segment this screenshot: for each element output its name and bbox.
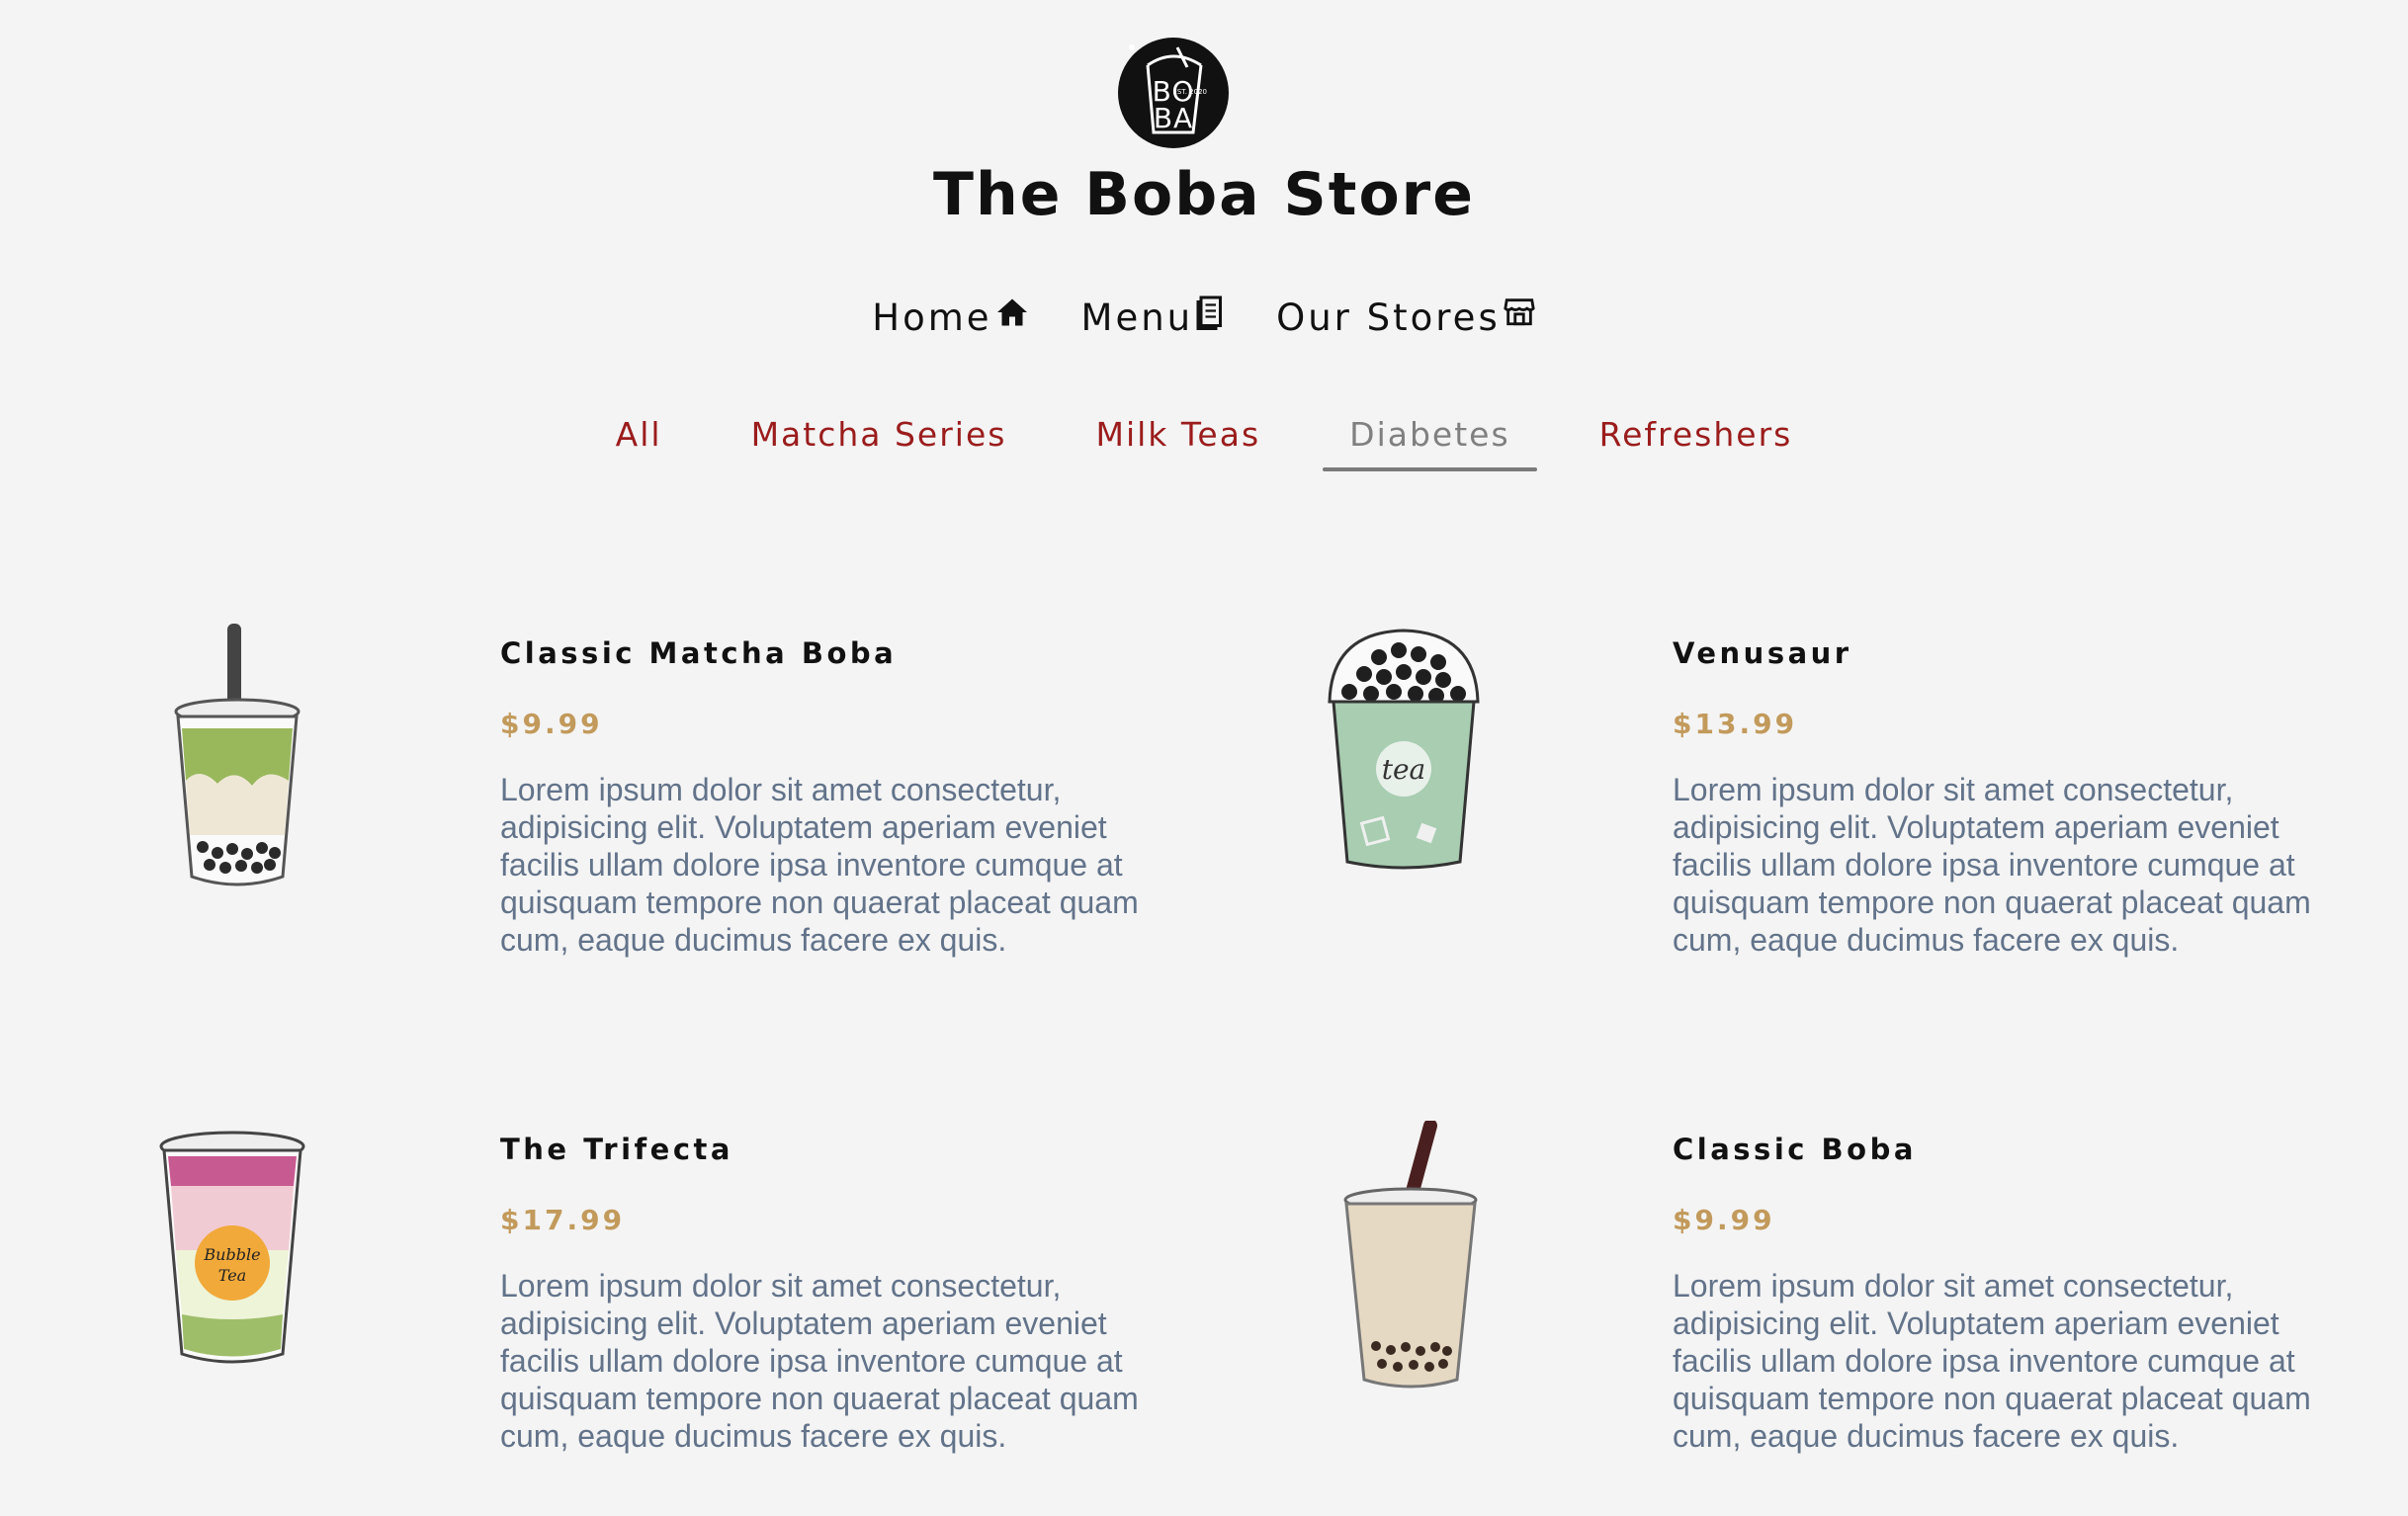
tab-diabetes[interactable]: Diabetes [1323,415,1537,471]
tab-matcha-series[interactable]: Matcha Series [725,415,1034,471]
item-name: The Trifecta [500,1133,733,1166]
store-icon [1504,298,1535,326]
cup-label-line1: Bubble [203,1245,260,1264]
category-tabs: All Matcha Series Milk Teas Diabetes Ref… [0,415,2408,471]
item-description: Lorem ipsum dolor sit amet consectetur, … [1673,1268,2311,1454]
item-description: Lorem ipsum dolor sit amet consectetur, … [1673,772,2311,958]
green-tea-dome-cup-image: tea [1328,629,1480,870]
tab-all[interactable]: All [589,415,689,471]
item-price: $9.99 [1673,1204,1775,1236]
item-description: Lorem ipsum dolor sit amet consectetur, … [500,772,1139,958]
item-name: Classic Matcha Boba [500,636,898,670]
classic-milk-tea-cup-image [1343,1121,1478,1389]
bubble-tea-layered-cup-image: Bubble Tea [159,1131,305,1364]
item-price: $9.99 [500,708,603,740]
tab-milk-teas[interactable]: Milk Teas [1069,415,1287,471]
tab-refreshers[interactable]: Refreshers [1573,415,1820,471]
menu-item-details: Classic Boba $9.99 Lorem ipsum dolor sit… [1673,1133,2408,1488]
home-icon [996,298,1027,326]
item-price: $17.99 [500,1204,626,1236]
store-logo[interactable]: BO BA EST. 2020 [1118,38,1229,148]
menu-book-icon [1196,295,1223,330]
page-title: The Boba Store [933,160,1475,229]
item-description: Lorem ipsum dolor sit amet consectetur, … [500,1268,1139,1454]
logo-text-line2: BA [1153,102,1194,134]
svg-text:tea: tea [1382,753,1426,786]
nav-menu[interactable]: Menu [1080,295,1226,339]
nav-home-label: Home [872,296,992,339]
logo-est-label: EST. 2020 [1172,88,1207,96]
nav-home[interactable]: Home [872,296,1029,339]
nav-our-stores[interactable]: Our Stores [1276,296,1536,339]
nav-our-stores-label: Our Stores [1276,296,1501,339]
item-name: Venusaur [1673,636,1852,670]
item-name: Classic Boba [1673,1133,1917,1166]
nav-menu-label: Menu [1080,296,1194,339]
main-nav: Home Menu Our Stores [0,295,2408,339]
cup-label-line2: Tea [218,1266,246,1285]
menu-item-details: Venusaur $13.99 Lorem ipsum dolor sit am… [1673,636,2408,992]
matcha-boba-cup-image [174,624,301,886]
item-price: $13.99 [1673,708,1798,740]
